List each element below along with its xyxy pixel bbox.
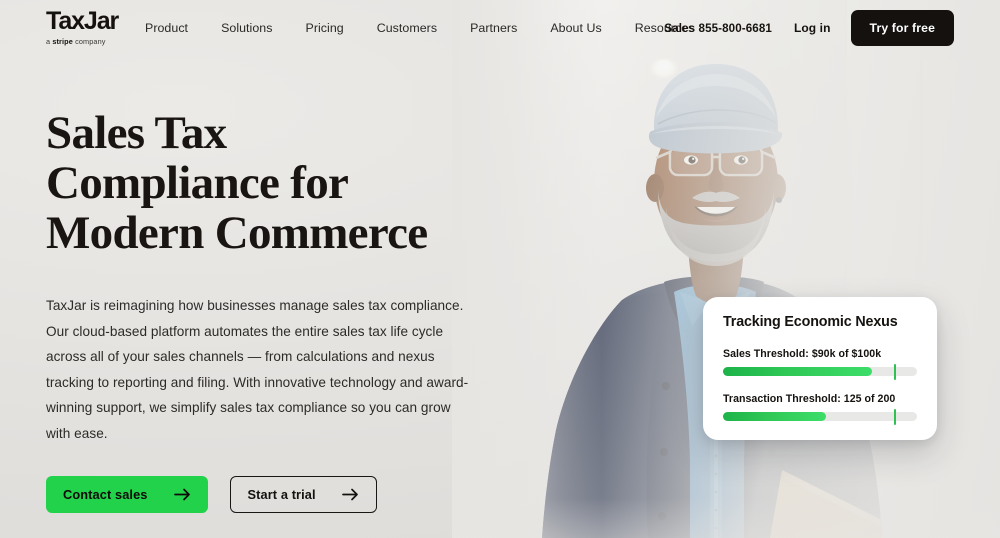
transaction-threshold-marker [893, 408, 896, 425]
sales-phone[interactable]: Sales 855-800-6681 [664, 22, 772, 35]
metric-sales-threshold: Sales Threshold: $90k of $100k [723, 348, 917, 380]
sales-threshold-progress-track [723, 363, 917, 380]
sales-threshold-progress-fill [723, 367, 873, 377]
contact-sales-button[interactable]: Contact sales [46, 476, 208, 513]
background-right-wash [540, 0, 1000, 538]
transaction-threshold-progress-track [723, 408, 917, 425]
site-header: TaxJar a stripe company Product Solution… [0, 0, 1000, 56]
sales-threshold-marker [893, 363, 896, 380]
transaction-threshold-label: Transaction Threshold: 125 of 200 [723, 393, 896, 406]
nav-item-product[interactable]: Product [145, 21, 188, 35]
headline-line-1: Sales Tax [46, 107, 227, 159]
headline-line-3: Modern Commerce [46, 207, 428, 259]
arrow-right-icon [341, 488, 358, 501]
arrow-right-icon [173, 488, 190, 501]
transaction-threshold-progress-fill [723, 412, 826, 422]
sales-threshold-label: Sales Threshold: $90k of $100k [723, 348, 882, 361]
start-a-trial-button[interactable]: Start a trial [229, 476, 377, 513]
metric-transaction-threshold: Transaction Threshold: 125 of 200 [723, 393, 917, 425]
try-for-free-button[interactable]: Try for free [850, 10, 954, 46]
login-link[interactable]: Log in [794, 21, 831, 35]
nav-item-pricing[interactable]: Pricing [306, 21, 344, 35]
nav-item-customers[interactable]: Customers [377, 21, 437, 35]
page-title: Sales Tax Compliance for Modern Commerce [46, 108, 516, 258]
hero-description: TaxJar is reimagining how businesses man… [46, 298, 469, 441]
primary-nav: Product Solutions Pricing Customers Part… [145, 0, 694, 56]
photo-bottom-fade [452, 498, 1000, 538]
contact-sales-label: Contact sales [63, 487, 148, 502]
hero-cta-row: Contact sales Start a trial [46, 476, 516, 513]
logo-tagline-brand: stripe [52, 37, 73, 46]
nav-item-about-us[interactable]: About Us [550, 21, 601, 35]
headline-line-2: Compliance for [46, 157, 349, 209]
card-title: Tracking Economic Nexus [723, 314, 898, 330]
start-a-trial-label: Start a trial [247, 487, 316, 502]
hero-section: Sales Tax Compliance for Modern Commerce… [46, 108, 516, 513]
nav-item-solutions[interactable]: Solutions [221, 21, 272, 35]
logo-tagline-post: company [72, 37, 106, 46]
logo-wordmark: TaxJar [46, 7, 119, 35]
header-actions: Sales 855-800-6681 Log in Try for free [664, 0, 954, 56]
taxjar-logo[interactable]: TaxJar a stripe company [46, 7, 128, 47]
nav-item-partners[interactable]: Partners [470, 21, 517, 35]
economic-nexus-card: Tracking Economic Nexus Sales Threshold:… [703, 297, 937, 440]
logo-tagline: a stripe company [46, 37, 128, 46]
